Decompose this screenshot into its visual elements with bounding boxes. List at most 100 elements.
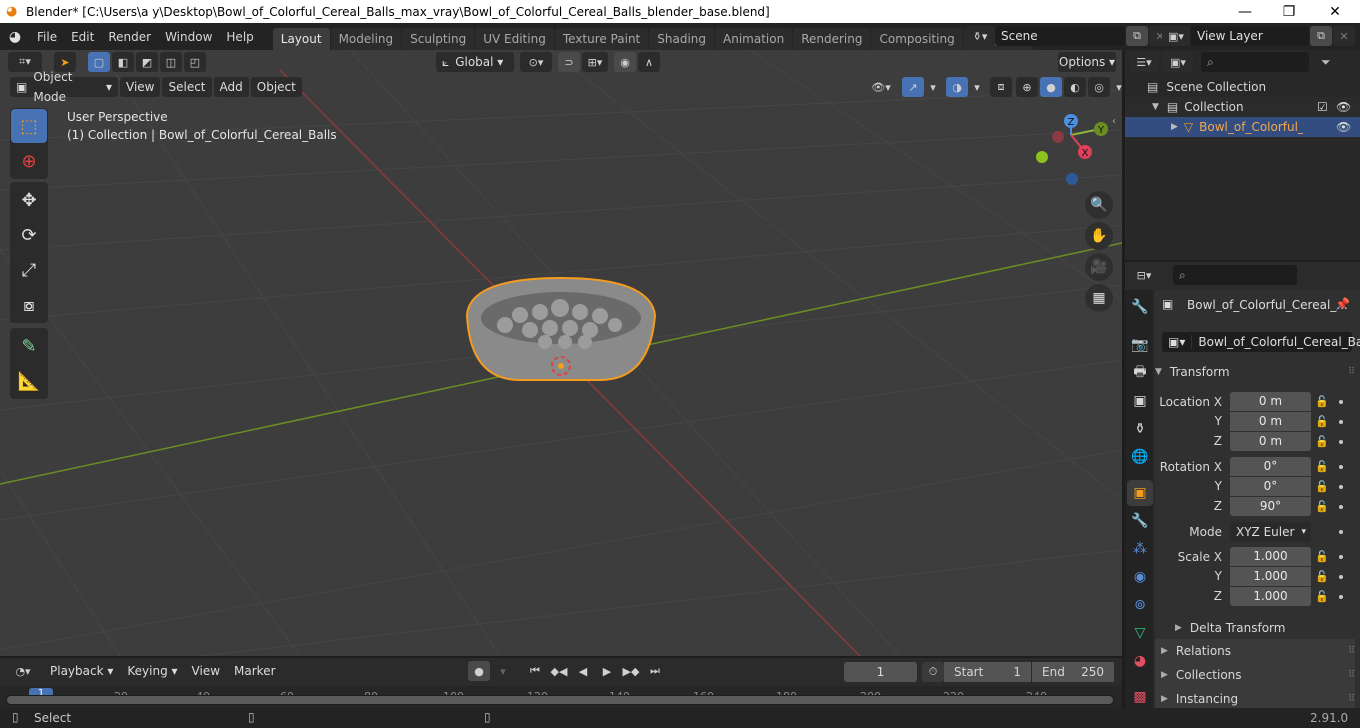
play-icon[interactable]: ▶ [596, 661, 618, 681]
collection-visibility-icon[interactable]: 👁 [1336, 100, 1351, 114]
timeline-scrollbar[interactable] [6, 695, 1114, 705]
location-x-field[interactable]: 0 m [1230, 392, 1311, 411]
tab-texture[interactable]: ▩ [1127, 684, 1153, 710]
tab-data[interactable]: ▽ [1127, 620, 1153, 646]
select-extend-mode-icon[interactable]: ◧ [112, 52, 134, 72]
collection-expand-icon[interactable]: ▼ [1152, 102, 1159, 112]
current-frame-field[interactable]: 1 [844, 662, 917, 682]
tool-rotate[interactable]: ⟳ [11, 218, 47, 252]
collections-panel-header[interactable]: ▶ Collections ⠿ [1155, 664, 1355, 686]
outliner-search-input[interactable]: ⌕ [1201, 52, 1309, 72]
outliner-object-row[interactable]: ▶ ▽ Bowl_of_Colorful_Cer 👁 [1125, 117, 1360, 137]
timeline-marker-menu[interactable]: Marker [228, 661, 281, 681]
tool-measure[interactable]: 📐 [11, 364, 47, 398]
tab-layout[interactable]: Layout [272, 28, 330, 50]
select-intersect-mode-icon[interactable]: ◰ [184, 52, 206, 72]
menu-render[interactable]: Render [101, 30, 158, 44]
keyframe-rotation-z[interactable] [1339, 505, 1343, 509]
rotation-z-field[interactable]: 90° [1230, 497, 1311, 516]
shading-dropdown-icon[interactable]: ▾ [1112, 77, 1122, 97]
new-scene-icon[interactable]: ⧉ [1126, 26, 1148, 46]
keyframe-rotation-x[interactable] [1339, 465, 1343, 469]
properties-editor-type-icon[interactable]: ⊟▾ [1129, 265, 1159, 285]
instancing-panel-header[interactable]: ▶ Instancing ⠿ [1155, 688, 1355, 710]
scale-z-field[interactable]: 1.000 [1230, 587, 1311, 606]
playback-menu[interactable]: Playback ▾ [44, 661, 120, 681]
view-layer-selector-icon[interactable]: ▣▾ [1162, 26, 1190, 46]
menu-help[interactable]: Help [219, 30, 260, 44]
object-data-selector-icon[interactable]: ▣▾ [1162, 335, 1193, 349]
object-visibility-icon[interactable]: 👁 [1336, 120, 1351, 134]
wireframe-shading-icon[interactable]: ⊕ [1016, 77, 1038, 97]
scene-selector-icon[interactable]: ⚱▾ [966, 26, 994, 46]
preview-range-stopwatch-icon[interactable]: ⏱ [922, 662, 944, 682]
keyframe-scale-y[interactable] [1339, 575, 1343, 579]
tab-modeling[interactable]: Modeling [330, 28, 402, 50]
options-dropdown[interactable]: Options ▾ [1058, 52, 1116, 72]
auto-keying-icon[interactable]: ● [468, 661, 490, 681]
collection-exclude-checkbox[interactable]: ☑ [1317, 100, 1328, 114]
play-reverse-icon[interactable]: ◀ [572, 661, 594, 681]
ortho-toggle-button[interactable]: ▦ [1085, 284, 1113, 312]
tool-move[interactable]: ✥ [11, 183, 47, 217]
sidebar-toggle-icon[interactable]: ‹ [1112, 116, 1116, 127]
menu-file[interactable]: File [30, 30, 64, 44]
tab-uv-editing[interactable]: UV Editing [475, 28, 554, 50]
scale-y-field[interactable]: 1.000 [1230, 567, 1311, 586]
keyframe-rotation-y[interactable] [1339, 485, 1343, 489]
tab-sculpting[interactable]: Sculpting [402, 28, 475, 50]
drag-handle-icon[interactable]: ⠿ [1348, 694, 1355, 704]
scene-name-field[interactable]: Scene [995, 26, 1125, 46]
outliner-filter-view-icon[interactable]: ▣▾ [1163, 52, 1193, 72]
gizmo-toggle-icon[interactable]: ↗ [902, 77, 924, 97]
object-name-field[interactable]: ▣▾ Bowl_of_Colorful_Cereal_Balls [1162, 332, 1360, 352]
mode-dropdown[interactable]: ▣ Object Mode ▾ [10, 70, 118, 104]
pin-icon[interactable]: 📌 [1335, 297, 1350, 311]
outliner-filter-icon[interactable]: ⏷ [1321, 55, 1331, 70]
delta-transform-subpanel[interactable]: ▶ Delta Transform [1175, 617, 1360, 639]
tab-shading[interactable]: Shading [649, 28, 714, 50]
tab-animation[interactable]: Animation [715, 28, 793, 50]
location-z-field[interactable]: 0 m [1230, 432, 1311, 451]
lock-rotation-x-icon[interactable]: 🔓 [1315, 460, 1329, 473]
solid-shading-icon[interactable]: ● [1040, 77, 1062, 97]
keying-set-dropdown-icon[interactable]: ▾ [492, 661, 514, 681]
camera-view-button[interactable]: 🎥 [1085, 253, 1113, 281]
lock-scale-x-icon[interactable]: 🔓 [1315, 550, 1329, 563]
menu-window[interactable]: Window [158, 30, 219, 44]
menu-edit[interactable]: Edit [64, 30, 101, 44]
pan-view-button[interactable]: ✋ [1085, 222, 1113, 250]
jump-to-next-keyframe-icon[interactable]: ▶◆ [620, 661, 642, 681]
transform-orientation-dropdown[interactable]: ⟀ Global ▾ [436, 52, 514, 72]
start-frame-field[interactable]: Start 1 [944, 662, 1031, 682]
select-invert-mode-icon[interactable]: ◫ [160, 52, 182, 72]
tab-material[interactable]: ◕ [1127, 648, 1153, 674]
viewport-menu-add[interactable]: Add [213, 77, 249, 97]
rotation-x-field[interactable]: 0° [1230, 457, 1311, 476]
keyframe-scale-z[interactable] [1339, 595, 1343, 599]
keyframe-rotation-mode[interactable] [1339, 530, 1343, 534]
end-frame-field[interactable]: End 250 [1032, 662, 1114, 682]
delete-view-layer-icon[interactable]: ✕ [1333, 26, 1355, 46]
tab-texture-paint[interactable]: Texture Paint [554, 28, 649, 50]
rotation-mode-dropdown[interactable]: XYZ Euler ▾ [1230, 522, 1311, 542]
tab-compositing[interactable]: Compositing [871, 28, 963, 50]
jump-to-start-icon[interactable]: ⏮ [524, 661, 546, 681]
maximize-button[interactable]: ❐ [1266, 0, 1312, 23]
lock-location-x-icon[interactable]: 🔓 [1315, 395, 1329, 408]
overlays-dropdown-icon[interactable]: ▾ [970, 77, 984, 97]
jump-to-prev-keyframe-icon[interactable]: ◆◀ [548, 661, 570, 681]
viewport-menu-select[interactable]: Select [162, 77, 212, 97]
scale-x-field[interactable]: 1.000 [1230, 547, 1311, 566]
material-shading-icon[interactable]: ◐ [1064, 77, 1086, 97]
keyframe-scale-x[interactable] [1339, 555, 1343, 559]
select-subtract-mode-icon[interactable]: ◩ [136, 52, 158, 72]
jump-to-end-icon[interactable]: ⏭ [644, 661, 666, 681]
tool-scale[interactable]: ⤢ [11, 253, 47, 287]
tool-cursor[interactable]: ⊕ [11, 144, 47, 178]
viewport-menu-object[interactable]: Object [250, 77, 302, 97]
object-expand-icon[interactable]: ▶ [1171, 122, 1178, 132]
gizmo-dropdown-icon[interactable]: ▾ [926, 77, 940, 97]
pivot-point-icon[interactable]: ⊙▾ [520, 52, 552, 72]
tool-annotate[interactable]: ✎ [11, 329, 47, 363]
